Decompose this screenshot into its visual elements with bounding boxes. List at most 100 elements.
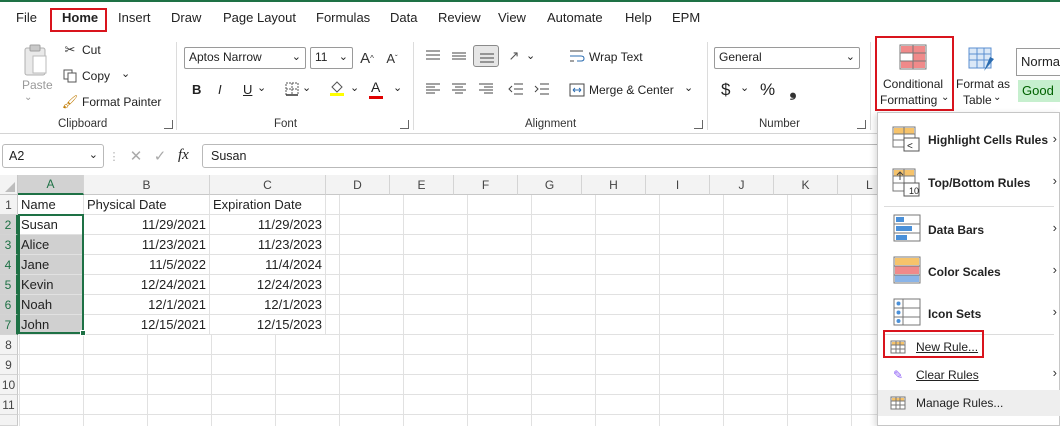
more-icon[interactable]: ⋮ bbox=[109, 148, 120, 164]
row-header[interactable] bbox=[0, 415, 18, 426]
merge-center-icon[interactable] bbox=[569, 82, 585, 98]
select-all-button[interactable] bbox=[0, 175, 18, 195]
paste-icon[interactable] bbox=[20, 42, 50, 78]
copy-chevron-icon[interactable]: ⌄ bbox=[121, 67, 130, 80]
table-row-cell-expiration[interactable]: 12/15/2023 bbox=[210, 315, 326, 335]
wrap-text-icon[interactable] bbox=[569, 48, 585, 64]
column-header[interactable]: C bbox=[210, 175, 326, 195]
cut-button[interactable]: Cut bbox=[82, 43, 101, 57]
bold-button[interactable]: B bbox=[192, 82, 201, 97]
table-row-cell-name[interactable]: Jane bbox=[18, 255, 84, 275]
orientation-chevron-icon[interactable]: ⌄ bbox=[526, 49, 535, 62]
increase-indent-icon[interactable] bbox=[533, 81, 551, 97]
fill-color-icon[interactable] bbox=[328, 79, 346, 97]
table-row-cell-name[interactable]: Alice bbox=[18, 235, 84, 255]
font-size-select[interactable]: 11 ⌄ bbox=[310, 47, 353, 69]
merge-center-button[interactable]: Merge & Center bbox=[589, 83, 674, 97]
tab-file[interactable]: File bbox=[16, 10, 37, 25]
menu-item-top-bottom-rules[interactable]: 10 Top/Bottom Rules › bbox=[878, 163, 1060, 203]
format-as-table-label-2[interactable]: Table bbox=[963, 93, 992, 107]
insert-function-button[interactable]: fx bbox=[178, 147, 189, 164]
tab-view[interactable]: View bbox=[498, 10, 526, 25]
format-painter-icon[interactable]: 🖌 bbox=[62, 94, 79, 110]
row-header[interactable]: 3 bbox=[0, 235, 18, 255]
table-row-cell-name[interactable]: John bbox=[18, 315, 84, 335]
increase-font-size-icon[interactable]: A ^ bbox=[357, 48, 377, 68]
number-format-select[interactable]: General ⌄ bbox=[714, 47, 860, 69]
table-row-cell-physical[interactable]: 12/24/2021 bbox=[84, 275, 210, 295]
tab-page-layout[interactable]: Page Layout bbox=[223, 10, 296, 25]
table-row-cell-physical[interactable]: 11/29/2021 bbox=[84, 215, 210, 235]
table-row-cell-physical[interactable]: 11/5/2022 bbox=[84, 255, 210, 275]
table-row-cell-name[interactable]: Susan bbox=[18, 215, 84, 235]
tab-insert[interactable]: Insert bbox=[118, 10, 151, 25]
table-row-cell-physical[interactable]: 12/1/2021 bbox=[84, 295, 210, 315]
top-align-icon[interactable] bbox=[424, 48, 442, 64]
table-row-cell-expiration[interactable]: 11/23/2023 bbox=[210, 235, 326, 255]
menu-item-icon-sets[interactable]: Icon Sets › bbox=[878, 293, 1060, 333]
menu-item-clear-rules[interactable]: ✎ Clear Rules › bbox=[878, 363, 1060, 387]
row-header[interactable]: 9 bbox=[0, 355, 18, 375]
tab-epm[interactable]: EPM bbox=[672, 10, 700, 25]
underline-chevron-icon[interactable]: ⌄ bbox=[257, 81, 266, 94]
percent-style-button[interactable]: % bbox=[760, 80, 775, 100]
table-row-cell-expiration[interactable]: 12/1/2023 bbox=[210, 295, 326, 315]
tab-help[interactable]: Help bbox=[625, 10, 652, 25]
decrease-font-size-icon[interactable]: Aˇ bbox=[382, 48, 402, 68]
column-header[interactable]: K bbox=[774, 175, 838, 195]
italic-button[interactable]: I bbox=[218, 82, 222, 97]
tab-formulas[interactable]: Formulas bbox=[316, 10, 370, 25]
format-as-table-icon[interactable] bbox=[967, 46, 997, 74]
row-header[interactable]: 2 bbox=[0, 215, 18, 235]
middle-align-icon[interactable] bbox=[450, 48, 468, 64]
cell-style-good[interactable]: Good bbox=[1018, 80, 1060, 102]
font-name-select[interactable]: Aptos Narrow ⌄ bbox=[184, 47, 306, 69]
column-header[interactable]: L bbox=[838, 175, 880, 195]
conditional-formatting-icon[interactable] bbox=[898, 44, 928, 70]
column-header[interactable]: H bbox=[582, 175, 646, 195]
comma-style-icon[interactable]: ❟ bbox=[786, 80, 800, 100]
accounting-format-button[interactable]: $ bbox=[721, 80, 730, 100]
bottom-align-button[interactable] bbox=[473, 45, 499, 67]
name-box[interactable]: A2 ⌄ bbox=[2, 144, 104, 168]
copy-icon[interactable] bbox=[62, 68, 78, 84]
orientation-icon[interactable]: ↗ bbox=[505, 47, 523, 65]
cut-icon[interactable]: ✂ bbox=[62, 42, 78, 58]
conditional-formatting-label-2[interactable]: Formatting bbox=[880, 93, 937, 107]
enter-icon[interactable]: ✓ bbox=[152, 147, 168, 165]
column-header[interactable]: I bbox=[646, 175, 710, 195]
table-row-cell-expiration[interactable]: 11/4/2024 bbox=[210, 255, 326, 275]
column-header[interactable]: G bbox=[518, 175, 582, 195]
row-header[interactable]: 1 bbox=[0, 195, 18, 215]
decrease-indent-icon[interactable] bbox=[507, 81, 525, 97]
row-header[interactable]: 4 bbox=[0, 255, 18, 275]
cancel-icon[interactable]: ✕ bbox=[128, 147, 144, 165]
conditional-formatting-label-1[interactable]: Conditional bbox=[883, 77, 943, 91]
align-right-icon[interactable] bbox=[477, 81, 495, 97]
row-header[interactable]: 6 bbox=[0, 295, 18, 315]
clipboard-launcher-icon[interactable] bbox=[164, 120, 173, 129]
format-as-table-chevron-icon[interactable]: ⌄ bbox=[993, 92, 1001, 103]
align-left-icon[interactable] bbox=[424, 81, 442, 97]
column-header[interactable]: D bbox=[326, 175, 390, 195]
tab-automate[interactable]: Automate bbox=[547, 10, 603, 25]
menu-item-highlight-cells-rules[interactable]: < Highlight Cells Rules › bbox=[878, 121, 1060, 159]
column-header[interactable]: F bbox=[454, 175, 518, 195]
font-color-chevron-icon[interactable]: ⌄ bbox=[393, 81, 402, 94]
fill-handle[interactable] bbox=[80, 330, 86, 336]
font-launcher-icon[interactable] bbox=[400, 120, 409, 129]
cell-b1[interactable]: Physical Date bbox=[84, 195, 210, 215]
table-row-cell-name[interactable]: Noah bbox=[18, 295, 84, 315]
table-row-cell-expiration[interactable]: 11/29/2023 bbox=[210, 215, 326, 235]
row-header[interactable]: 7 bbox=[0, 315, 18, 335]
row-header[interactable]: 5 bbox=[0, 275, 18, 295]
tab-data[interactable]: Data bbox=[390, 10, 417, 25]
wrap-text-button[interactable]: Wrap Text bbox=[589, 50, 643, 64]
column-header[interactable]: E bbox=[390, 175, 454, 195]
paste-label[interactable]: Paste bbox=[22, 78, 53, 92]
copy-button[interactable]: Copy bbox=[82, 69, 110, 83]
number-launcher-icon[interactable] bbox=[857, 120, 866, 129]
menu-item-data-bars[interactable]: Data Bars › bbox=[878, 209, 1060, 249]
underline-button[interactable]: U bbox=[243, 82, 252, 97]
fill-color-chevron-icon[interactable]: ⌄ bbox=[350, 81, 359, 94]
